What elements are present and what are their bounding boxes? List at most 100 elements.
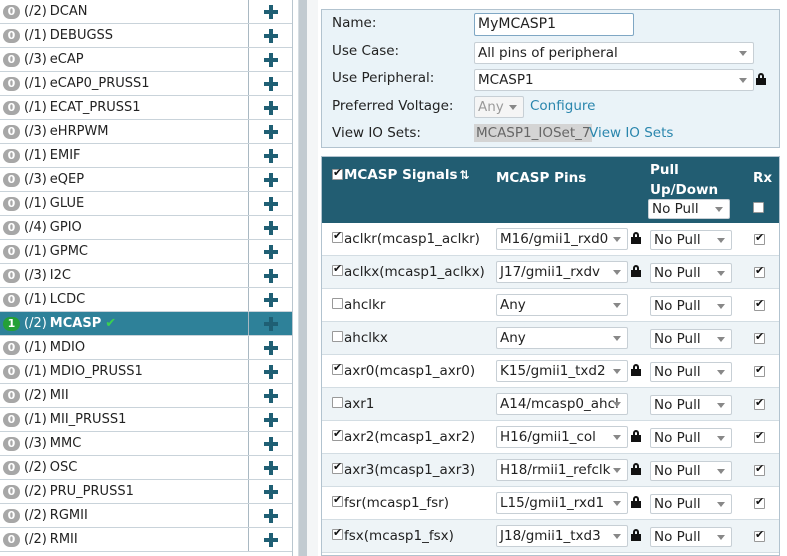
pin-select[interactable]: J18/gmii1_txd3 [496, 525, 628, 547]
peripheral-name-cell[interactable]: 0 (/1) GLUE [0, 192, 249, 215]
add-peripheral-button[interactable] [249, 384, 292, 407]
signal-checkbox[interactable] [332, 460, 343, 474]
add-peripheral-button[interactable] [249, 480, 292, 503]
peripheral-row[interactable]: 0 (/3) MMC [0, 432, 292, 456]
pin-select[interactable]: A14/mcasp0_ahcl [496, 393, 628, 415]
add-peripheral-button[interactable] [249, 336, 292, 359]
peripheral-row[interactable]: 0 (/2) MII [0, 384, 292, 408]
rx-checkbox[interactable] [754, 462, 765, 476]
peripheral-row[interactable]: 0 (/1) eCAP0_PRUSS1 [0, 72, 292, 96]
peripheral-row[interactable]: 0 (/3) eCAP [0, 48, 292, 72]
sort-icon[interactable]: ⇅ [460, 168, 470, 182]
rx-checkbox[interactable] [754, 231, 765, 245]
peripheral-row[interactable]: 0 (/1) GPMC [0, 240, 292, 264]
rx-checkbox[interactable] [754, 363, 765, 377]
rx-checkbox[interactable] [754, 495, 765, 509]
peripheral-row[interactable]: 0 (/2) OSC [0, 456, 292, 480]
header-pull-select[interactable]: No Pull [648, 199, 730, 219]
peripheral-row[interactable]: 0 (/2) DCAN [0, 0, 292, 24]
peripheral-name-cell[interactable]: 0 (/1) MDIO [0, 336, 249, 359]
peripheral-row[interactable]: 0 (/1) MDIO_PRUSS1 [0, 360, 292, 384]
pull-select[interactable]: No Pull [650, 296, 732, 316]
add-peripheral-button[interactable] [249, 240, 292, 263]
peripheral-name-cell[interactable]: 0 (/3) MMC [0, 432, 249, 455]
lock-icon[interactable] [631, 463, 641, 475]
peripheral-row[interactable]: 0 (/1) MDIO [0, 336, 292, 360]
view-io-sets-link[interactable]: View IO Sets [589, 125, 673, 141]
peripheral-row[interactable]: 0 (/3) eQEP [0, 168, 292, 192]
panel-splitter[interactable] [298, 0, 318, 556]
pull-select[interactable]: No Pull [650, 494, 732, 514]
add-peripheral-button[interactable] [249, 360, 292, 383]
peripheral-name-cell[interactable]: 0 (/2) RMII [0, 528, 249, 551]
peripheral-name-cell[interactable]: 0 (/2) RGMII [0, 504, 249, 527]
add-peripheral-button[interactable] [249, 216, 292, 239]
lock-icon[interactable] [631, 265, 641, 277]
pull-select[interactable]: No Pull [650, 395, 732, 415]
pin-select[interactable]: K15/gmii1_txd2 [496, 360, 628, 382]
peripheral-row[interactable]: 0 (/2) RGMII [0, 504, 292, 528]
signal-checkbox[interactable] [332, 361, 343, 375]
add-peripheral-button[interactable] [249, 264, 292, 287]
peripheral-row[interactable]: 0 (/4) GPIO [0, 216, 292, 240]
signal-checkbox[interactable] [332, 526, 343, 540]
rx-checkbox[interactable] [754, 528, 765, 542]
name-input[interactable]: MyMCASP1 [474, 13, 634, 36]
lock-icon[interactable] [631, 364, 641, 376]
peripheral-row[interactable]: 0 (/3) eHRPWM [0, 120, 292, 144]
peripheral-row[interactable]: 0 (/3) I2C [0, 264, 292, 288]
signal-checkbox[interactable] [332, 229, 343, 243]
add-peripheral-button[interactable] [249, 504, 292, 527]
pull-select[interactable]: No Pull [650, 230, 732, 250]
pin-select[interactable]: Any [496, 294, 628, 316]
rx-all-checkbox[interactable] [753, 202, 764, 213]
pin-select[interactable]: H18/rmii1_refclk [496, 459, 628, 481]
peripheral-row[interactable]: 1 (/2) MCASP ✔ [0, 312, 292, 336]
peripheral-name-cell[interactable]: 0 (/3) I2C [0, 264, 249, 287]
peripheral-name-cell[interactable]: 0 (/2) OSC [0, 456, 249, 479]
pin-select[interactable]: J17/gmii1_rxdv [496, 261, 628, 283]
voltage-select[interactable]: Any [474, 96, 524, 118]
signal-checkbox[interactable] [332, 298, 343, 309]
add-peripheral-button[interactable] [249, 288, 292, 311]
add-peripheral-button[interactable] [249, 312, 292, 335]
pin-select[interactable]: L15/gmii1_rxd1 [496, 492, 628, 514]
pin-select[interactable]: Any [496, 327, 628, 349]
add-peripheral-button[interactable] [249, 456, 292, 479]
peripheral-name-cell[interactable]: 0 (/1) eCAP0_PRUSS1 [0, 72, 249, 95]
configure-link[interactable]: Configure [530, 98, 595, 114]
peripheral-name-cell[interactable]: 0 (/1) MII_PRUSS1 [0, 408, 249, 431]
pull-select[interactable]: No Pull [650, 527, 732, 547]
lock-icon[interactable] [631, 232, 641, 244]
add-peripheral-button[interactable] [249, 0, 292, 23]
peripheral-name-cell[interactable]: 0 (/2) PRU_PRUSS1 [0, 480, 249, 503]
add-peripheral-button[interactable] [249, 408, 292, 431]
peripheral-row[interactable]: 0 (/1) GLUE [0, 192, 292, 216]
signal-checkbox[interactable] [332, 262, 343, 276]
peripheral-row[interactable]: 0 (/1) EMIF [0, 144, 292, 168]
add-peripheral-button[interactable] [249, 24, 292, 47]
lock-icon[interactable] [631, 529, 641, 541]
rx-checkbox[interactable] [754, 264, 765, 278]
lock-icon[interactable] [631, 496, 641, 508]
add-peripheral-button[interactable] [249, 168, 292, 191]
rx-checkbox[interactable] [754, 396, 765, 410]
peripheral-row[interactable]: 0 (/2) PRU_PRUSS1 [0, 480, 292, 504]
col-signals-header[interactable]: MCASP Signals ⇅ [344, 167, 470, 183]
add-peripheral-button[interactable] [249, 528, 292, 551]
add-peripheral-button[interactable] [249, 432, 292, 455]
lock-icon[interactable] [631, 430, 641, 442]
signal-checkbox[interactable] [332, 493, 343, 507]
use-peripheral-select[interactable]: MCASP1 [474, 69, 754, 91]
peripheral-name-cell[interactable]: 0 (/3) eCAP [0, 48, 249, 71]
signal-checkbox[interactable] [332, 427, 343, 441]
pin-select[interactable]: H16/gmii1_col [496, 426, 628, 448]
pull-select[interactable]: No Pull [650, 428, 732, 448]
use-case-select[interactable]: All pins of peripheral [474, 42, 754, 64]
peripheral-name-cell[interactable]: 0 (/1) ECAT_PRUSS1 [0, 96, 249, 119]
add-peripheral-button[interactable] [249, 144, 292, 167]
peripheral-name-cell[interactable]: 0 (/2) MII [0, 384, 249, 407]
peripheral-name-cell[interactable]: 0 (/3) eHRPWM [0, 120, 249, 143]
lock-icon[interactable] [756, 73, 766, 85]
add-peripheral-button[interactable] [249, 120, 292, 143]
